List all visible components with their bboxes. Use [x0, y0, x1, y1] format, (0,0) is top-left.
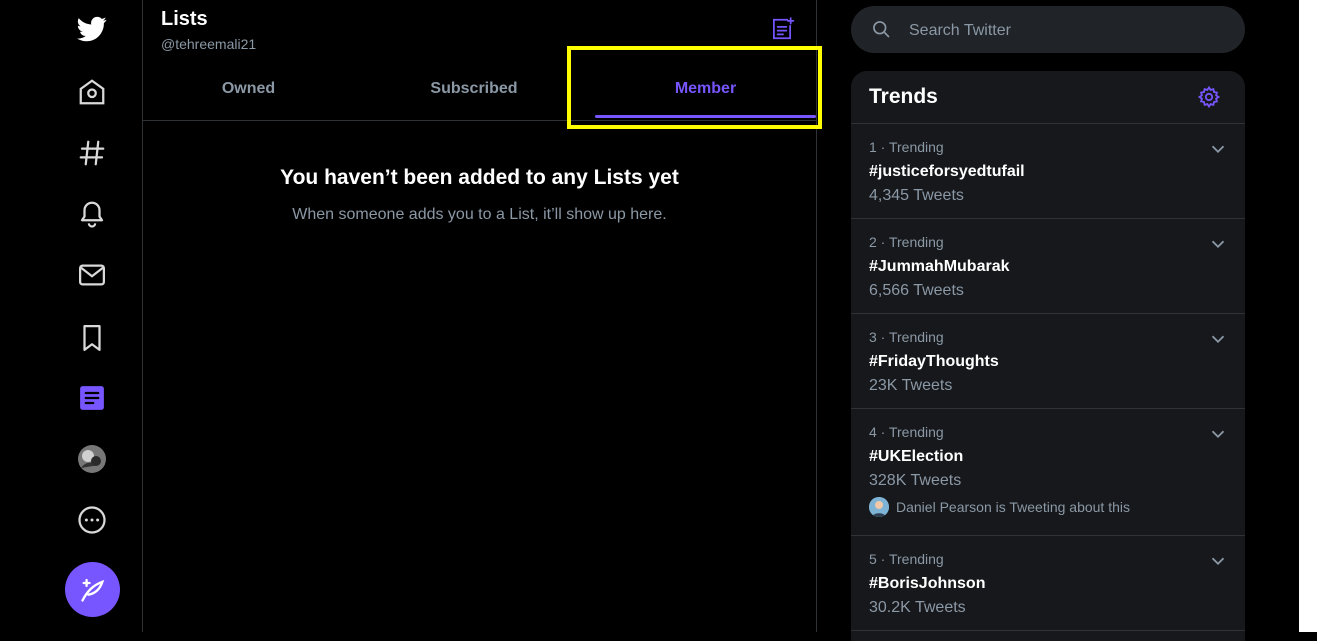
trends-header: Trends — [851, 71, 1245, 124]
trend-item[interactable]: 4 · Trending #UKElection 328K Tweets Dan… — [851, 409, 1245, 536]
compose-feather-icon — [80, 578, 104, 602]
bookmarks-icon[interactable] — [77, 323, 107, 353]
page-title: Lists — [161, 8, 208, 30]
lists-icon[interactable] — [77, 383, 107, 413]
search-input[interactable] — [907, 6, 1231, 55]
trend-context-text: Daniel Pearson is Tweeting about this — [896, 499, 1130, 515]
trend-item[interactable]: 5 · Trending #BorisJohnson 30.2K Tweets — [851, 536, 1245, 631]
chevron-down-icon[interactable] — [1207, 550, 1229, 572]
trend-count: 4,345 Tweets — [869, 187, 964, 204]
chevron-down-icon[interactable] — [1207, 233, 1229, 255]
trend-count: 30.2K Tweets — [869, 599, 966, 616]
more-icon[interactable] — [77, 505, 107, 535]
trend-count: 6,566 Tweets — [869, 282, 964, 299]
messages-envelope-icon[interactable] — [77, 260, 107, 290]
trend-item[interactable]: 2 · Trending #JummahMubarak 6,566 Tweets — [851, 219, 1245, 314]
trend-name: #justiceforsyedtufail — [869, 163, 1025, 180]
notifications-bell-icon[interactable] — [77, 199, 107, 229]
trends-panel: Trends 1 · Trending #justiceforsyedtufai… — [851, 71, 1245, 641]
trend-item[interactable]: 1 · Trending #justiceforsyedtufail 4,345… — [851, 124, 1245, 219]
trend-meta: 4 · Trending — [869, 424, 944, 440]
trend-meta: 3 · Trending — [869, 329, 944, 345]
home-icon[interactable] — [77, 77, 107, 107]
create-list-button[interactable] — [767, 14, 797, 44]
chevron-down-icon[interactable] — [1207, 328, 1229, 350]
tab-subscribed[interactable]: Subscribed — [360, 58, 588, 120]
trend-name: #JummahMubarak — [869, 258, 1010, 275]
profile-avatar[interactable] — [77, 444, 107, 474]
trend-name: #UKElection — [869, 448, 964, 465]
trend-name: #BorisJohnson — [869, 575, 986, 592]
explore-hashtag-icon[interactable] — [77, 138, 107, 168]
compose-tweet-button[interactable] — [65, 562, 120, 617]
new-list-icon — [773, 17, 795, 40]
chevron-down-icon[interactable] — [1207, 423, 1229, 445]
trend-count: 328K Tweets — [869, 472, 962, 489]
trend-context: Daniel Pearson is Tweeting about this — [869, 497, 1130, 517]
search-bar — [851, 6, 1245, 55]
trend-meta: 2 · Trending — [869, 234, 944, 250]
trend-name: #FridayThoughts — [869, 353, 999, 370]
context-avatar — [869, 497, 889, 517]
twitter-logo-icon[interactable] — [77, 14, 107, 44]
empty-state-title: You haven’t been added to any Lists yet — [280, 166, 679, 189]
chevron-down-icon[interactable] — [1207, 138, 1229, 160]
gear-icon[interactable] — [1197, 85, 1221, 109]
highlight-box — [567, 46, 822, 129]
empty-state-subtitle: When someone adds you to a List, it’ll s… — [292, 206, 667, 223]
trend-count: 23K Tweets — [869, 377, 953, 394]
tab-owned[interactable]: Owned — [143, 58, 354, 120]
trend-meta: 1 · Trending — [869, 139, 944, 155]
window-edge — [1299, 0, 1317, 632]
trends-title: Trends — [869, 85, 938, 108]
user-handle: @tehreemali21 — [161, 36, 257, 52]
trend-meta: 5 · Trending — [869, 551, 944, 567]
trend-item[interactable]: 3 · Trending #FridayThoughts 23K Tweets — [851, 314, 1245, 409]
search-icon — [873, 21, 890, 38]
